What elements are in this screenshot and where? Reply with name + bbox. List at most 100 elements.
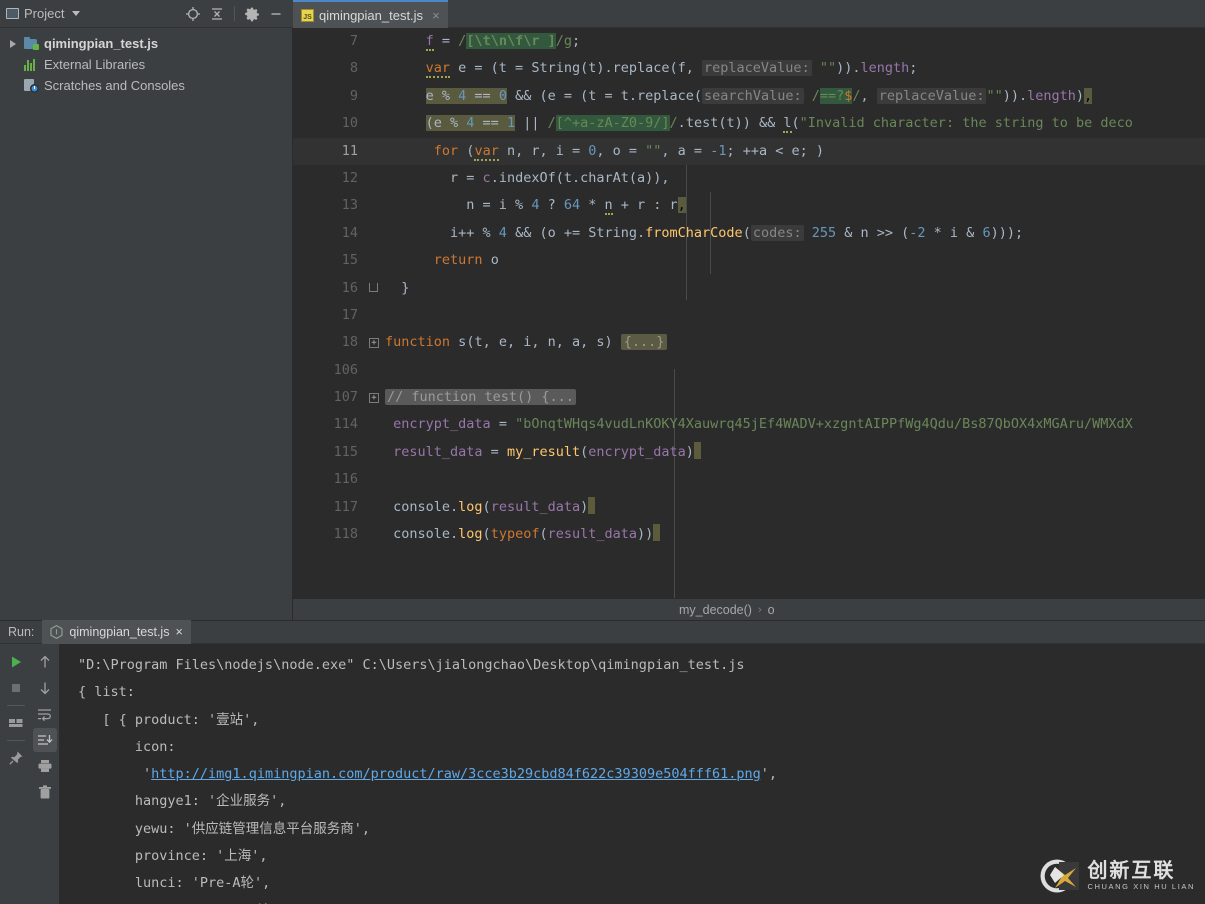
code-area[interactable]: 7 f = /[\t\n\f\r ]/g; 8 var e = (t = Str…	[293, 28, 1205, 598]
expand-arrow-icon[interactable]	[6, 40, 19, 48]
tree-item-external-libraries[interactable]: External Libraries	[0, 54, 292, 75]
watermark-text: 创新互联 CHUANG XIN HU LIAN	[1087, 861, 1195, 891]
fold-expand-icon: +	[369, 338, 379, 348]
code-editor[interactable]: 7 f = /[\t\n\f\r ]/g; 8 var e = (t = Str…	[293, 28, 1205, 620]
code-line[interactable]: 9 e % 4 == 0 && (e = (t = t.replace(sear…	[293, 83, 1205, 110]
minimize-icon[interactable]	[265, 3, 287, 25]
line-number: 9	[293, 83, 368, 110]
line-number: 13	[293, 192, 368, 219]
code-line[interactable]: 114 encrypt_data = "bOnqtWHqs4vudLnKOKY4…	[293, 411, 1205, 438]
fold-column	[368, 165, 382, 192]
line-number: 114	[293, 411, 368, 438]
project-tree: qimingpian_test.js External Libraries Sc…	[0, 28, 293, 620]
run-tab-qimingpian-test[interactable]: qimingpian_test.js ×	[42, 620, 190, 644]
fold-column	[368, 83, 382, 110]
run-tool-window: Run: qimingpian_test.js ×	[0, 620, 1205, 904]
line-number: 16	[293, 275, 368, 302]
code-line[interactable]: 107 + // function test() {...	[293, 384, 1205, 411]
code-text	[382, 357, 385, 384]
code-line[interactable]: 17	[293, 302, 1205, 329]
editor-tab-qimingpian-test[interactable]: JS qimingpian_test.js ×	[293, 0, 448, 28]
code-line[interactable]: 13 n = i % 4 ? 64 * n + r : r,	[293, 192, 1205, 219]
code-text: encrypt_data = "bOnqtWHqs4vudLnKOKY4Xauw…	[382, 411, 1133, 438]
code-text: for (var n, r, i = 0, o = "", a = -1; ++…	[382, 138, 824, 165]
code-line[interactable]: 12 r = c.indexOf(t.charAt(a)),	[293, 165, 1205, 192]
folded-block: {...}	[621, 334, 668, 350]
console-output[interactable]: "D:\Program Files\nodejs\node.exe" C:\Us…	[60, 644, 1205, 904]
tree-item-scratches-and-consoles[interactable]: Scratches and Consoles	[0, 75, 292, 96]
tree-item-qimingpian-test[interactable]: qimingpian_test.js	[0, 33, 292, 54]
code-text: result_data = my_result(encrypt_data)	[382, 439, 701, 466]
console-link-suffix: ',	[761, 766, 777, 782]
fold-column	[368, 411, 382, 438]
soft-wrap-icon[interactable]	[33, 702, 57, 726]
scroll-up-icon[interactable]	[33, 650, 57, 674]
line-number: 7	[293, 28, 368, 55]
pin-icon[interactable]	[4, 746, 28, 770]
code-line-current[interactable]: 11 for (var n, r, i = 0, o = "", a = -1;…	[293, 138, 1205, 165]
console-line-link: 'http://img1.qimingpian.com/product/raw/…	[78, 761, 1205, 788]
code-line[interactable]: 10 (e % 4 == 1 || /[^+a-zA-Z0-9/]/.test(…	[293, 110, 1205, 137]
chevron-down-icon	[72, 11, 80, 16]
code-text: console.log(result_data)	[382, 494, 595, 521]
fold-column[interactable]: +	[368, 384, 382, 411]
close-icon[interactable]: ×	[432, 8, 440, 23]
fold-column	[368, 220, 382, 247]
code-line[interactable]: 18 + function s(t, e, i, n, a, s) {...}	[293, 329, 1205, 356]
code-line[interactable]: 14 i++ % 4 && (o += String.fromCharCode(…	[293, 220, 1205, 247]
tree-item-label: External Libraries	[44, 57, 145, 72]
project-toolbar-buttons	[182, 3, 293, 25]
code-text: }	[382, 275, 409, 302]
run-tab-bar: Run: qimingpian_test.js ×	[0, 620, 1205, 644]
run-primary-toolbar	[0, 644, 31, 904]
project-panel-title[interactable]: Project	[6, 6, 80, 21]
fold-column	[368, 521, 382, 548]
console-line: hangye1: '企业服务',	[78, 788, 1205, 815]
console-line: jieduan: 'Pre-A轮'	[78, 898, 1205, 904]
console-link-prefix: '	[78, 766, 151, 782]
cx-logo-icon	[1035, 856, 1079, 896]
fold-column	[368, 192, 382, 219]
print-icon[interactable]	[33, 754, 57, 778]
toolbar-divider	[7, 705, 25, 706]
breadcrumb-item-method[interactable]: my_decode()	[679, 603, 752, 617]
editor-tab-label: qimingpian_test.js	[319, 8, 423, 23]
run-tab-label: qimingpian_test.js	[69, 625, 169, 639]
code-line[interactable]: 106	[293, 357, 1205, 384]
main-split: qimingpian_test.js External Libraries Sc…	[0, 28, 1205, 620]
delete-icon[interactable]	[33, 780, 57, 804]
code-line[interactable]: 16 }	[293, 275, 1205, 302]
code-line[interactable]: 118 console.log(typeof(result_data))	[293, 521, 1205, 548]
fold-column	[368, 247, 382, 274]
console-line: { list:	[78, 679, 1205, 706]
settings-gear-icon[interactable]	[241, 3, 263, 25]
code-line[interactable]: 117 console.log(result_data)	[293, 494, 1205, 521]
console-line: icon:	[78, 734, 1205, 761]
folder-js-icon	[24, 37, 39, 50]
breadcrumb: my_decode() › o	[293, 598, 1205, 620]
layout-icon[interactable]	[4, 711, 28, 735]
code-line[interactable]: 115 result_data = my_result(encrypt_data…	[293, 439, 1205, 466]
locate-icon[interactable]	[182, 3, 204, 25]
fold-column	[368, 28, 382, 55]
fold-column	[368, 494, 382, 521]
code-text: function s(t, e, i, n, a, s) {...}	[382, 329, 667, 356]
code-line[interactable]: 8 var e = (t = String(t).replace(f, repl…	[293, 55, 1205, 82]
code-line[interactable]: 15 return o	[293, 247, 1205, 274]
stop-icon[interactable]	[4, 676, 28, 700]
watermark-en: CHUANG XIN HU LIAN	[1087, 882, 1195, 891]
collapse-all-icon[interactable]	[206, 3, 228, 25]
fold-column[interactable]: +	[368, 329, 382, 356]
run-icon[interactable]	[4, 650, 28, 674]
console-hyperlink[interactable]: http://img1.qimingpian.com/product/raw/3…	[151, 766, 761, 782]
scroll-down-icon[interactable]	[33, 676, 57, 700]
code-line[interactable]: 116	[293, 466, 1205, 493]
code-line[interactable]: 7 f = /[\t\n\f\r ]/g;	[293, 28, 1205, 55]
breadcrumb-item-variable[interactable]: o	[768, 603, 775, 617]
close-icon[interactable]: ×	[175, 625, 182, 639]
scroll-to-end-icon[interactable]	[33, 728, 57, 752]
line-number: 10	[293, 110, 368, 137]
run-body: "D:\Program Files\nodejs\node.exe" C:\Us…	[0, 644, 1205, 904]
line-number: 106	[293, 357, 368, 384]
fold-column[interactable]	[368, 275, 382, 302]
